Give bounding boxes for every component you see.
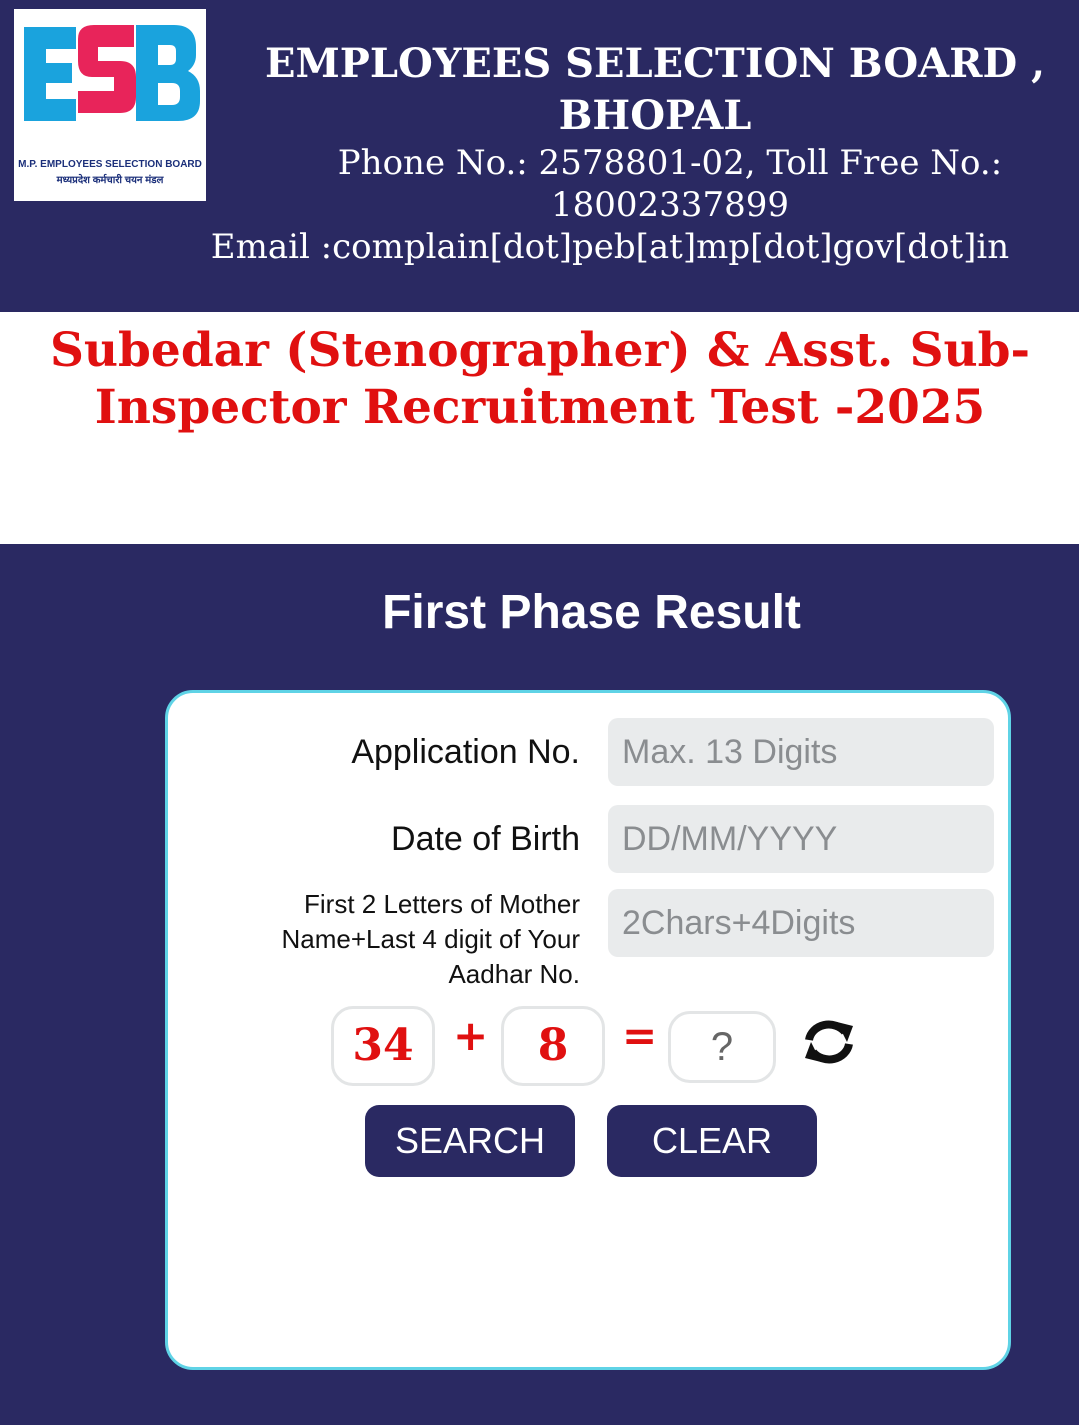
- dob-label: Date of Birth: [391, 820, 580, 858]
- site-header: M.P. EMPLOYEES SELECTION BOARD मध्यप्रदे…: [0, 0, 1079, 312]
- board-title: EMPLOYEES SELECTION BOARD , BHOPAL: [265, 40, 1045, 139]
- email-line: Email :complain[dot]peb[at]mp[dot]gov[do…: [210, 227, 1010, 267]
- section-title: First Phase Result: [382, 586, 801, 639]
- exam-title: Subedar (Stenographer) & Asst. Sub-Inspe…: [49, 323, 1031, 435]
- captcha-second-number: 8: [501, 1006, 605, 1086]
- search-button[interactable]: SEARCH: [365, 1105, 575, 1177]
- phone-line: Phone No.: 2578801-02, Toll Free No.: 18…: [337, 143, 1003, 225]
- captcha-plus-sign: +: [453, 1011, 489, 1060]
- captcha-equals-sign: =: [622, 1011, 658, 1060]
- contact-info: Phone No.: 2578801-02, Toll Free No.: 18…: [140, 142, 1079, 268]
- application-no-label: Application No.: [351, 733, 580, 771]
- captcha-first-number: 34: [331, 1006, 435, 1086]
- application-no-input[interactable]: [608, 718, 994, 786]
- dob-input[interactable]: [608, 805, 994, 873]
- esb-logo-mark: [24, 25, 200, 121]
- exam-banner: Subedar (Stenographer) & Asst. Sub-Inspe…: [0, 312, 1079, 544]
- refresh-icon[interactable]: [801, 1018, 857, 1066]
- clear-button[interactable]: CLEAR: [607, 1105, 817, 1177]
- result-search-form: Application No. Date of Birth First 2 Le…: [165, 690, 1011, 1370]
- captcha-answer-input[interactable]: [668, 1011, 776, 1083]
- mother-aadhar-label: First 2 Letters of Mother Name+Last 4 di…: [281, 889, 580, 989]
- mother-aadhar-input[interactable]: [608, 889, 994, 957]
